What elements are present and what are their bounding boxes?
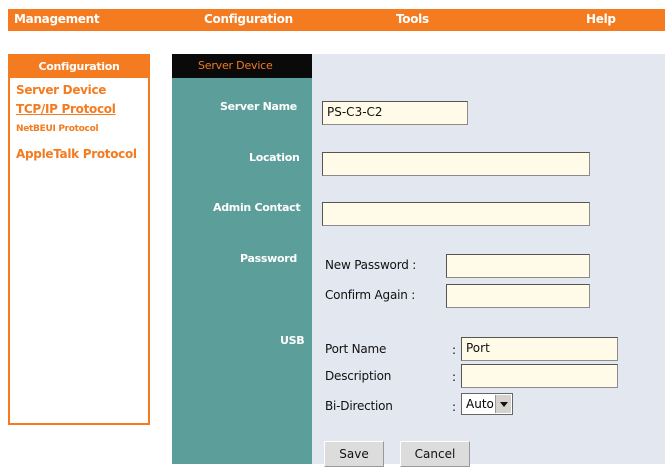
new-password-input[interactable] (446, 254, 590, 278)
sidebar-item-appletalk-protocol[interactable]: AppleTalk Protocol (16, 147, 137, 161)
nav-configuration[interactable]: Configuration (204, 12, 293, 26)
bidirection-colon: : (452, 400, 456, 414)
description-label: Description (325, 369, 392, 383)
usb-label: USB (280, 334, 305, 347)
sidebar-header: Configuration (10, 56, 148, 78)
top-nav-bar: Management Configuration Tools Help (8, 9, 665, 31)
admin-contact-input[interactable] (322, 202, 590, 226)
bidirection-value: Auto (466, 397, 494, 411)
confirm-again-label: Confirm Again : (325, 288, 416, 302)
port-name-label: Port Name (325, 342, 387, 356)
chevron-down-icon[interactable] (495, 395, 511, 413)
location-input[interactable] (322, 152, 590, 176)
cancel-button[interactable]: Cancel (400, 441, 470, 467)
new-password-label: New Password : (325, 258, 417, 272)
sidebar-item-server-device[interactable]: Server Device (16, 83, 106, 97)
admin-contact-label: Admin Contact (213, 201, 301, 214)
description-colon: : (452, 370, 456, 384)
sidebar: Configuration Server Device TCP/IP Proto… (8, 54, 150, 425)
server-name-input[interactable]: PS-C3-C2 (322, 101, 468, 125)
sidebar-item-tcpip-protocol[interactable]: TCP/IP Protocol (16, 102, 116, 116)
port-name-input[interactable]: Port (461, 337, 618, 361)
nav-tools[interactable]: Tools (396, 12, 429, 26)
location-label: Location (249, 151, 300, 164)
port-name-colon: : (452, 343, 456, 357)
server-name-label: Server Name (220, 100, 297, 113)
confirm-password-input[interactable] (446, 284, 590, 308)
bidirection-label: Bi-Direction (325, 399, 393, 413)
nav-help[interactable]: Help (586, 12, 616, 26)
bidirection-select[interactable]: Auto (461, 393, 513, 415)
sidebar-item-netbeui-protocol[interactable]: NetBEUI Protocol (16, 124, 99, 134)
save-button[interactable]: Save (324, 441, 384, 467)
nav-management[interactable]: Management (14, 12, 100, 26)
password-label: Password (240, 252, 297, 265)
description-input[interactable] (461, 364, 618, 388)
panel-title: Server Device (172, 54, 312, 78)
